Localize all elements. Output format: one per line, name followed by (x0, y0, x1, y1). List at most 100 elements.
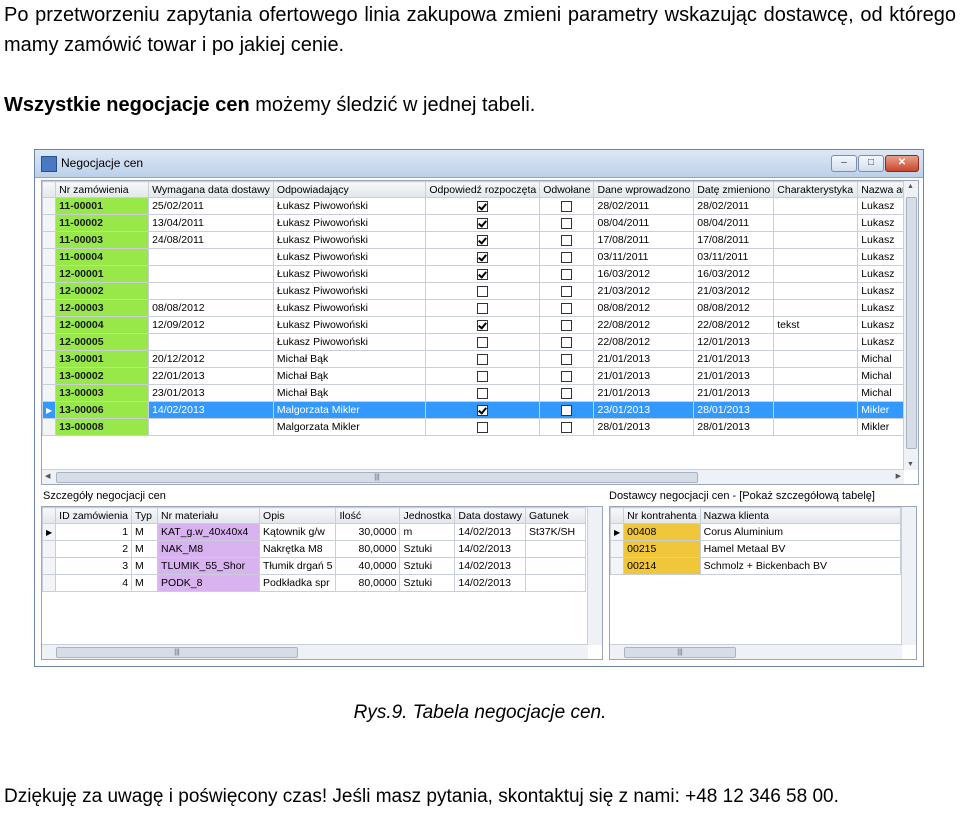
cancelled-cell[interactable] (539, 333, 595, 351)
order-number-cell[interactable]: 13-00002 (55, 367, 150, 385)
row-indicator[interactable] (42, 333, 57, 351)
response-started-cell[interactable] (425, 316, 541, 334)
order-number-cell[interactable]: 11-00002 (55, 214, 150, 232)
contractor-number-cell[interactable]: 00408 (623, 523, 701, 541)
unit-cell[interactable]: Sztuki (399, 540, 456, 558)
responsible-cell[interactable]: Łukasz Piwowoński (272, 265, 427, 283)
cancelled-cell[interactable] (539, 282, 595, 300)
entered-date-cell[interactable]: 22/08/2012 (593, 333, 695, 351)
column-header[interactable]: Odwołane (539, 181, 595, 198)
required-date-cell[interactable]: 12/09/2012 (148, 316, 274, 334)
suppliers-horizontal-scrollbar[interactable]: ||| (610, 644, 902, 659)
response-started-checkbox[interactable] (477, 268, 489, 280)
row-indicator[interactable]: ▶ (610, 523, 625, 541)
close-button[interactable]: ✕ (885, 155, 919, 172)
characteristic-cell[interactable] (773, 418, 859, 436)
supplier-row[interactable]: 00214 Schmolz + Bickenbach BV (610, 557, 901, 575)
table-row[interactable]: 12-00002 Łukasz Piwowoński 21/03/2012 21/03… (42, 282, 918, 300)
response-started-cell[interactable] (425, 333, 541, 351)
order-number-cell[interactable]: 13-00008 (55, 418, 150, 436)
type-cell[interactable]: M (131, 557, 159, 575)
order-id-cell[interactable]: 1 (55, 523, 133, 541)
characteristic-cell[interactable]: tekst (773, 316, 859, 334)
characteristic-cell[interactable] (773, 401, 859, 419)
delivery-date-cell[interactable]: 14/02/2013 (454, 574, 526, 592)
vertical-scroll-thumb[interactable] (906, 197, 917, 449)
row-indicator[interactable] (42, 418, 57, 436)
characteristic-cell[interactable] (773, 367, 859, 385)
required-date-cell[interactable]: 14/02/2013 (148, 401, 274, 419)
row-indicator[interactable] (42, 214, 57, 232)
description-cell[interactable]: Kątownik g/w (259, 523, 337, 541)
entered-date-cell[interactable]: 21/01/2013 (593, 384, 695, 402)
modified-date-cell[interactable]: 28/01/2013 (693, 418, 775, 436)
entered-date-cell[interactable]: 23/01/2013 (593, 401, 695, 419)
unit-cell[interactable]: Sztuki (399, 574, 456, 592)
modified-date-cell[interactable]: 21/01/2013 (693, 384, 775, 402)
entered-date-cell[interactable]: 17/08/2011 (593, 231, 695, 249)
modified-date-cell[interactable]: 03/11/2011 (693, 248, 775, 266)
row-indicator[interactable] (42, 316, 57, 334)
cancelled-cell[interactable] (539, 299, 595, 317)
characteristic-cell[interactable] (773, 384, 859, 402)
modified-date-cell[interactable]: 17/08/2011 (693, 231, 775, 249)
cancelled-cell[interactable] (539, 350, 595, 368)
response-started-checkbox[interactable] (477, 336, 489, 348)
table-row[interactable]: ▶ 13-00006 14/02/2013 Malgorzata Mikler 23/0… (42, 401, 918, 419)
order-number-cell[interactable]: 13-00003 (55, 384, 150, 402)
response-started-cell[interactable] (425, 299, 541, 317)
required-date-cell[interactable] (148, 333, 274, 351)
cancelled-cell[interactable] (539, 265, 595, 283)
table-row[interactable]: 13-00003 23/01/2013 Michał Bąk 21/01/2013 21… (42, 384, 918, 402)
suppliers-scroll-thumb[interactable]: ||| (624, 647, 736, 658)
required-date-cell[interactable]: 24/08/2011 (148, 231, 274, 249)
type-cell[interactable]: M (131, 574, 159, 592)
title-bar[interactable]: Negocjacje cen – □ ✕ (35, 150, 923, 178)
column-header[interactable]: ID zamówienia (55, 507, 133, 524)
responsible-cell[interactable]: Łukasz Piwowoński (272, 231, 427, 249)
response-started-cell[interactable] (425, 265, 541, 283)
cancelled-cell[interactable] (539, 231, 595, 249)
entered-date-cell[interactable]: 03/11/2011 (593, 248, 695, 266)
row-indicator[interactable] (42, 367, 57, 385)
quantity-cell[interactable]: 30,0000 (335, 523, 401, 541)
modified-date-cell[interactable]: 21/01/2013 (693, 367, 775, 385)
detail-row[interactable]: 2 M NAK_M8 Nakrętka M8 80,0000 Sztuki 14/02/20… (42, 540, 586, 558)
suppliers-panel-label[interactable]: Dostawcy negocjacji cen - [Pokaż szczegó… (609, 490, 875, 502)
grade-cell[interactable]: St37K/SH (524, 523, 586, 541)
type-cell[interactable]: M (131, 540, 159, 558)
row-indicator[interactable] (610, 540, 625, 558)
row-indicator[interactable] (610, 557, 625, 575)
column-header[interactable]: Dane wprowadzono (593, 181, 695, 198)
response-started-cell[interactable] (425, 367, 541, 385)
unit-cell[interactable]: Sztuki (399, 557, 456, 575)
response-started-cell[interactable] (425, 418, 541, 436)
table-row[interactable]: 12-00004 12/09/2012 Łukasz Piwowoński 22/08… (42, 316, 918, 334)
required-date-cell[interactable]: 08/08/2012 (148, 299, 274, 317)
responsible-cell[interactable]: Malgorzata Mikler (272, 418, 427, 436)
scroll-right-icon[interactable]: ▶ (896, 472, 901, 480)
row-indicator[interactable] (42, 574, 57, 592)
negotiations-grid[interactable]: Nr zamówienia Wymagana data dostawy Odpowi… (41, 180, 919, 485)
row-indicator[interactable] (42, 197, 57, 215)
type-cell[interactable]: M (131, 523, 159, 541)
response-started-checkbox[interactable] (477, 370, 489, 382)
contractor-number-cell[interactable]: 00215 (623, 540, 701, 558)
cancelled-checkbox[interactable] (561, 319, 573, 331)
cancelled-cell[interactable] (539, 401, 595, 419)
details-horizontal-scrollbar[interactable]: ||| (42, 644, 588, 659)
modified-date-cell[interactable]: 28/01/2013 (693, 401, 775, 419)
modified-date-cell[interactable]: 21/01/2013 (693, 350, 775, 368)
responsible-cell[interactable]: Łukasz Piwowoński (272, 248, 427, 266)
modified-date-cell[interactable]: 12/01/2013 (693, 333, 775, 351)
scroll-up-icon[interactable]: ▲ (907, 183, 914, 190)
cancelled-checkbox[interactable] (561, 336, 573, 348)
client-name-cell[interactable]: Corus Aluminium (699, 523, 901, 541)
characteristic-cell[interactable] (773, 214, 859, 232)
delivery-date-cell[interactable]: 14/02/2013 (454, 557, 526, 575)
order-number-cell[interactable]: 12-00004 (55, 316, 150, 334)
response-started-cell[interactable] (425, 350, 541, 368)
scroll-left-icon[interactable]: ◀ (45, 472, 50, 480)
characteristic-cell[interactable] (773, 333, 859, 351)
modified-date-cell[interactable]: 28/02/2011 (693, 197, 775, 215)
